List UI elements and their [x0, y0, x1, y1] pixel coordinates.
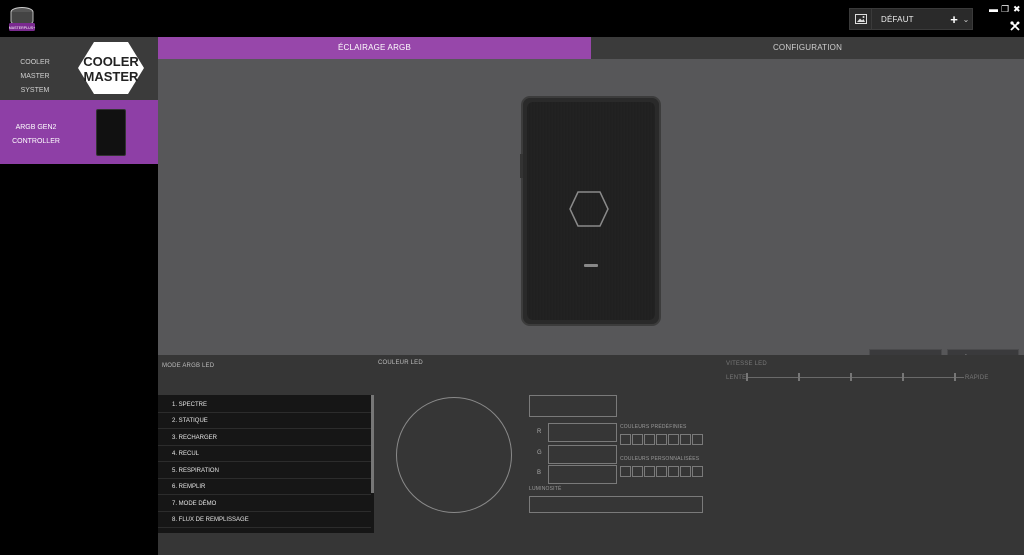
- slider-tick[interactable]: [798, 373, 800, 381]
- slider-tick[interactable]: [746, 373, 748, 381]
- hexagon-logo-icon: [569, 191, 609, 227]
- slider-tick[interactable]: [850, 373, 852, 381]
- mode-item-respiration[interactable]: 5. RESPIRATION: [158, 463, 371, 479]
- mode-list-scrollbar[interactable]: [371, 395, 374, 493]
- preset-color-swatch[interactable]: [680, 434, 691, 445]
- device-sidebar: COOLER MASTER SYSTEM COOLER MASTER ARGB …: [0, 37, 158, 555]
- brightness-slider[interactable]: [529, 496, 703, 513]
- slider-tick[interactable]: [902, 373, 904, 381]
- sidebar-item-argb-gen2-controller[interactable]: ARGB GEN2 CONTROLLER: [0, 100, 158, 164]
- mode-item-statique[interactable]: 2. STATIQUE: [158, 413, 371, 429]
- mode-section-label: MODE ARGB LED: [162, 363, 215, 369]
- speed-slow-label: LENTE: [726, 375, 747, 381]
- custom-color-swatch[interactable]: [680, 466, 691, 477]
- tab-configuration[interactable]: CONFIGURATION: [591, 37, 1024, 59]
- minimize-button[interactable]: ▬: [989, 4, 998, 14]
- sidebar-item-label: COOLER MASTER SYSTEM: [20, 59, 50, 94]
- slider-tick[interactable]: [954, 373, 956, 381]
- custom-colors-label: COULEURS PERSONNALISÉES: [620, 456, 700, 462]
- mode-item-mode-demo[interactable]: 7. MODE DÉMO: [158, 496, 371, 512]
- custom-color-swatch[interactable]: [644, 466, 655, 477]
- device-side-button: [520, 154, 523, 178]
- profile-selector[interactable]: DÉFAUT + ⌄: [849, 8, 973, 30]
- mode-item-recharger[interactable]: 3. RECHARGER: [158, 430, 371, 446]
- speed-slider[interactable]: [746, 373, 964, 381]
- logo-text-cooler: COOLER: [83, 54, 139, 69]
- preset-color-swatch[interactable]: [632, 434, 643, 445]
- red-label: R: [537, 429, 542, 435]
- cooler-master-logo: COOLER MASTER: [78, 42, 144, 94]
- argb-controller-image: [520, 96, 661, 326]
- tab-bar: ÉCLAIRAGE ARGB CONFIGURATION: [158, 37, 1024, 59]
- custom-color-swatch[interactable]: [692, 466, 703, 477]
- green-label: G: [537, 450, 542, 456]
- tools-icon[interactable]: [1010, 21, 1020, 31]
- sidebar-item-cooler-master-system[interactable]: COOLER MASTER SYSTEM COOLER MASTER: [0, 37, 158, 100]
- speed-section-label: VITESSE LED: [726, 361, 767, 367]
- preset-colors-label: COULEURS PRÉDÉFINIES: [620, 424, 687, 430]
- close-button[interactable]: ✖: [1013, 4, 1021, 15]
- custom-color-swatch[interactable]: [632, 466, 643, 477]
- profile-image-button[interactable]: [850, 9, 872, 29]
- custom-color-swatch[interactable]: [620, 466, 631, 477]
- mode-item-flux-remplissage[interactable]: 8. FLUX DE REMPLISSAGE: [158, 512, 371, 528]
- sidebar-item-label: ARGB GEN2 CONTROLLER: [12, 124, 60, 145]
- controller-thumbnail: [96, 109, 126, 156]
- profile-name: DÉFAUT: [881, 14, 914, 24]
- blue-input[interactable]: [548, 465, 617, 484]
- speed-fast-label: RAPIDE: [965, 375, 989, 381]
- device-preview-area: APPLIQUER RÉINITIALISER: [158, 59, 1024, 371]
- mode-item-recul[interactable]: 4. RECUL: [158, 446, 371, 462]
- preset-color-swatch[interactable]: [644, 434, 655, 445]
- logo-text-master: MASTER: [84, 69, 140, 84]
- preset-color-swatch[interactable]: [620, 434, 631, 445]
- mode-item-spectre[interactable]: 1. SPECTRE: [158, 397, 371, 413]
- app-logo-text: MASTERPLUS+: [9, 26, 35, 30]
- maximize-button[interactable]: ❐: [1001, 4, 1009, 15]
- color-wheel[interactable]: [396, 397, 512, 513]
- custom-color-swatch[interactable]: [656, 466, 667, 477]
- chevron-down-icon[interactable]: ⌄: [960, 15, 972, 24]
- color-section-label: COULEUR LED: [378, 360, 423, 366]
- device-led-indicator: [584, 264, 598, 267]
- green-input[interactable]: [548, 445, 617, 464]
- brightness-label: LUMINOSITÉ: [529, 486, 562, 492]
- blue-label: B: [537, 470, 542, 476]
- masterplus-logo[interactable]: MASTERPLUS+: [6, 3, 38, 35]
- tab-argb-lighting[interactable]: ÉCLAIRAGE ARGB: [158, 37, 591, 59]
- preset-color-swatch[interactable]: [692, 434, 703, 445]
- preset-color-swatch[interactable]: [656, 434, 667, 445]
- main-panel: ÉCLAIRAGE ARGB CONFIGURATION APPLIQUER R…: [158, 37, 1024, 555]
- image-icon: [854, 14, 867, 24]
- red-input[interactable]: [548, 423, 617, 442]
- preset-color-swatch[interactable]: [668, 434, 679, 445]
- title-bar: MASTERPLUS+ DÉFAUT + ⌄ ▬ ❐ ✖: [0, 0, 1024, 37]
- hex-color-input[interactable]: [529, 395, 617, 417]
- mode-list: 1. SPECTRE 2. STATIQUE 3. RECHARGER 4. R…: [158, 395, 374, 533]
- custom-color-swatch[interactable]: [668, 466, 679, 477]
- lighting-controls: MODE ARGB LED COULEUR LED VITESSE LED LE…: [158, 355, 1024, 555]
- mode-item-remplir[interactable]: 6. REMPLIR: [158, 479, 371, 495]
- add-profile-button[interactable]: +: [948, 12, 960, 27]
